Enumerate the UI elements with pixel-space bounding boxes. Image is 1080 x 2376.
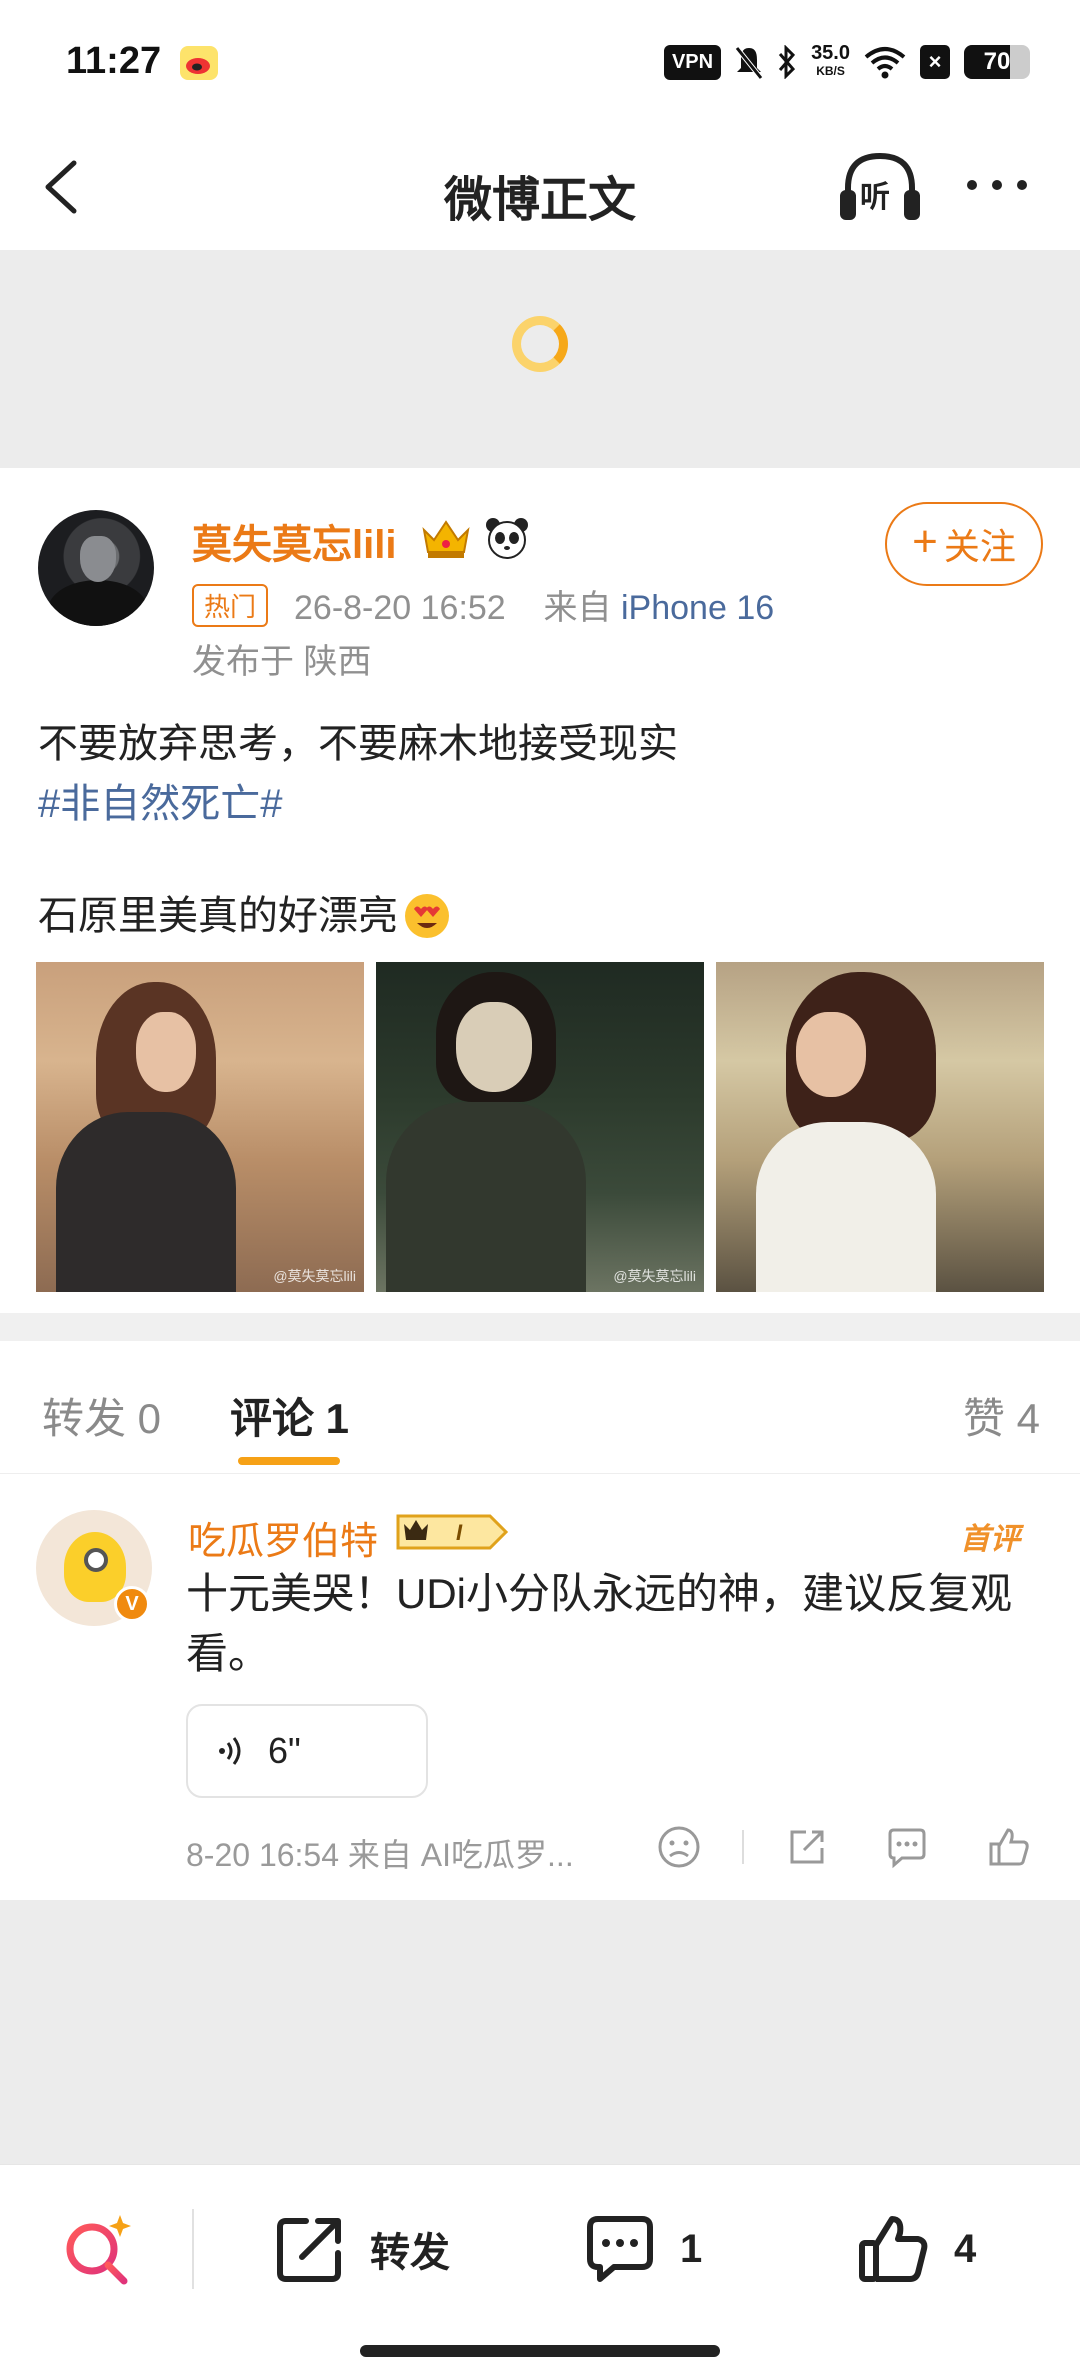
reply-icon[interactable] [884, 1824, 930, 1870]
sad-face-icon[interactable] [656, 1824, 702, 1870]
repost-icon [277, 2218, 341, 2282]
hot-tag: 热门 [192, 584, 269, 627]
photo-jacket [56, 1112, 236, 1292]
comment-button[interactable]: 1 [582, 2209, 702, 2289]
post-device[interactable]: iPhone 16 [621, 589, 774, 627]
share-icon[interactable] [784, 1824, 830, 1870]
repost-button[interactable]: 转发 [272, 2209, 450, 2289]
follow-label: 关注 [943, 526, 1016, 567]
photo-face [456, 1002, 532, 1092]
first-comment-badge: 首评 [960, 1523, 1020, 1556]
section-divider [0, 1313, 1080, 1341]
topic-link[interactable]: #非自然死亡# [38, 774, 678, 834]
post-text-line: 不要放弃思考，不要麻木地接受现实 [38, 722, 678, 766]
empty-area [0, 1900, 1080, 2164]
more-icon[interactable] [962, 160, 1032, 210]
status-bar: 11:27 VPN 35.0 KB/S × 70 [0, 0, 1080, 120]
tab-repost[interactable]: 转发 0 [42, 1385, 161, 1446]
battery-indicator: 70 [964, 45, 1030, 79]
photo-shirt [756, 1122, 936, 1292]
search-icon[interactable] [58, 2209, 138, 2289]
battery-level: 70 [983, 48, 1011, 75]
listen-button[interactable]: 听 [838, 150, 922, 224]
bluetooth-icon [778, 45, 796, 79]
weibo-post: 莫失莫忘lili + 关注 热门 26-8-20 16:52 来自 iPhone… [0, 468, 1080, 1313]
comment-count: 1 [680, 2226, 703, 2271]
avatar-cloak [48, 580, 148, 626]
voice-message[interactable]: 6" [186, 1704, 428, 1798]
loading-banner [0, 250, 1080, 468]
mute-bell-icon [735, 46, 764, 80]
post-location: 发布于 陕西 [192, 643, 372, 681]
bottom-divider [192, 2209, 194, 2289]
status-icons: VPN 35.0 KB/S × 70 [663, 40, 1030, 84]
post-text: 不要放弃思考，不要麻木地接受现实 #非自然死亡# [38, 714, 678, 834]
sim-off-icon: × [920, 45, 950, 79]
svg-text:I: I [456, 1520, 463, 1545]
action-divider [742, 1830, 744, 1864]
tab-comment[interactable]: 评论 1 [230, 1385, 349, 1446]
follow-button[interactable]: + 关注 [885, 502, 1043, 586]
author-avatar[interactable] [38, 510, 154, 626]
listen-label: 听 [860, 181, 890, 214]
avatar-eye [84, 1548, 108, 1572]
comment-actions [652, 1820, 1042, 1876]
commenter-name[interactable]: 吃瓜罗伯特 [188, 1510, 378, 1565]
thumb-up-icon[interactable] [986, 1824, 1032, 1870]
comment-text: 十元美哭！UDi小分队永远的神，建议反复观看。 [186, 1570, 1012, 1677]
heart-eyes-emoji-icon [405, 894, 449, 938]
photo-watermark: @莫失莫忘lili [613, 1268, 696, 1284]
post-text-second: 石原里美真的好漂亮 [38, 886, 452, 946]
post-date: 26-8-20 16:52 [294, 589, 506, 627]
photo-grid: @莫失莫忘lili @莫失莫忘lili [36, 962, 1044, 1292]
comment-item: V 吃瓜罗伯特 I 首评 十元美哭！UDi小分队永远的神，建议反复观看。 6" … [0, 1474, 1080, 1900]
crown-level-badge-icon: I [396, 1514, 509, 1550]
photo-watermark: @莫失莫忘lili [273, 1268, 356, 1284]
post-text-line-2: 石原里美真的好漂亮 [38, 894, 398, 938]
status-time: 11:27 [66, 40, 162, 82]
like-button[interactable]: 4 [856, 2209, 976, 2289]
comment-meta: 8-20 16:54 来自 AI吃瓜罗... [186, 1837, 574, 1873]
author-name[interactable]: 莫失莫忘lili [192, 512, 396, 570]
photo-jacket [386, 1102, 586, 1292]
active-tab-indicator [238, 1457, 340, 1465]
photo-face [796, 1012, 866, 1097]
vpn-badge: VPN [663, 44, 722, 80]
comment-icon [587, 2216, 653, 2282]
network-speed-unit: KB/S [816, 64, 845, 78]
voice-icon [219, 1737, 241, 1765]
verified-badge-icon: V [114, 1586, 150, 1622]
bottom-action-bar: 转发 1 4 [0, 2164, 1080, 2376]
network-speed-value: 35.0 [811, 42, 850, 64]
tab-like[interactable]: 赞 4 [963, 1385, 1040, 1446]
photo-face [136, 1012, 196, 1092]
plus-icon: + [912, 517, 938, 566]
crown-icon [422, 520, 470, 558]
panda-icon [486, 518, 528, 559]
photo-thumbnail[interactable] [716, 962, 1044, 1292]
weibo-notification-icon [180, 46, 218, 80]
network-speed: 35.0 KB/S [811, 42, 850, 80]
wifi-icon [864, 47, 906, 79]
photo-thumbnail[interactable]: @莫失莫忘lili [376, 962, 704, 1292]
avatar-face [80, 536, 116, 582]
interaction-tabs: 转发 0 评论 1 赞 4 [0, 1341, 1080, 1474]
repost-label: 转发 [370, 2231, 450, 2275]
navigation-bar: 微博正文 听 [0, 120, 1080, 250]
like-count: 4 [954, 2226, 977, 2271]
thumb-up-icon [859, 2216, 928, 2282]
voice-duration: 6" [268, 1730, 301, 1771]
home-indicator [360, 2345, 720, 2357]
photo-thumbnail[interactable]: @莫失莫忘lili [36, 962, 364, 1292]
post-meta: 26-8-20 16:52 来自 iPhone 16 [294, 580, 774, 629]
loading-spinner-icon [512, 316, 568, 372]
post-source-prefix: 来自 [543, 589, 612, 627]
